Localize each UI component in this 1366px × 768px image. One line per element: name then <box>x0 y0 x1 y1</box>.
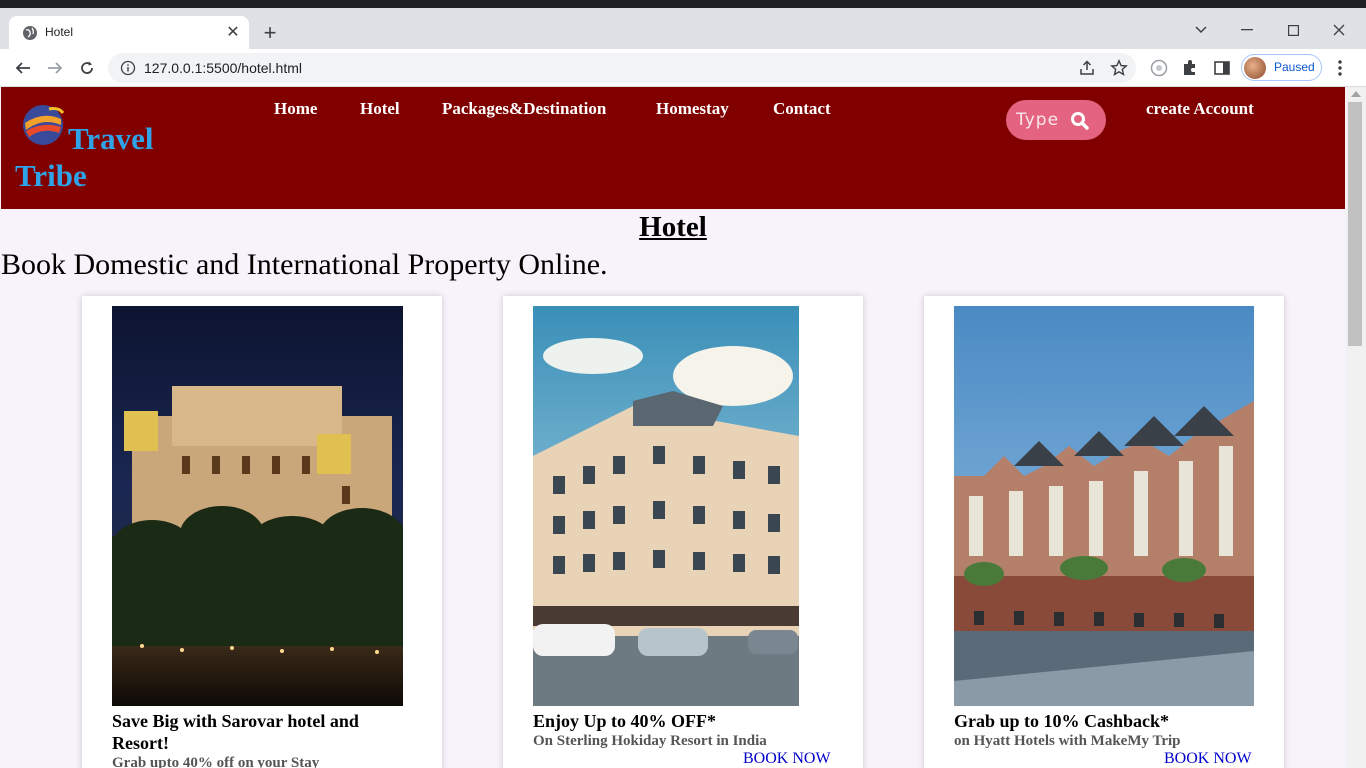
page-title: Hotel <box>639 211 707 243</box>
hotel-image-sarovar <box>112 306 403 706</box>
site-header: Travel Tribe Home Hotel Packages&Destina… <box>1 87 1345 209</box>
nav-hotel[interactable]: Hotel <box>360 99 400 119</box>
plus-icon[interactable]: + <box>258 22 282 46</box>
card-subtitle: Grab upto 40% off on your Stay <box>112 755 320 768</box>
omnibox[interactable]: 127.0.0.1:5500/hotel.html <box>108 53 1136 83</box>
window-top-strip <box>0 0 1366 8</box>
create-account-link[interactable]: create Account <box>1146 99 1254 119</box>
scrollbar-thumb[interactable] <box>1348 102 1362 346</box>
maximize-icon[interactable] <box>1270 16 1316 44</box>
nav-homestay[interactable]: Homestay <box>656 99 729 119</box>
info-icon[interactable] <box>120 60 136 76</box>
side-panel-icon[interactable] <box>1212 58 1232 78</box>
tab-bar: Hotel ✕ + <box>0 8 1366 49</box>
nav-home[interactable]: Home <box>274 99 317 119</box>
hotel-image-hyatt <box>954 306 1254 706</box>
close-icon[interactable]: ✕ <box>223 23 243 43</box>
book-now-button[interactable]: BOOK NOW <box>743 750 831 768</box>
hotel-card: Enjoy Up to 40% OFF* On Sterling Hokiday… <box>503 296 863 768</box>
back-icon[interactable] <box>10 56 36 80</box>
share-icon[interactable] <box>1078 59 1096 77</box>
card-title: Save Big with Sarovar hotel and Resort! <box>112 711 359 753</box>
profile-button[interactable]: Paused <box>1241 54 1322 81</box>
browser-tab[interactable]: Hotel ✕ <box>9 16 249 49</box>
card-title: Enjoy Up to 40% OFF* <box>533 711 717 731</box>
card-subtitle: on Hyatt Hotels with MakeMy Trip <box>954 733 1181 749</box>
url-text: 127.0.0.1:5500/hotel.html <box>144 60 303 76</box>
page-viewport: Travel Tribe Home Hotel Packages&Destina… <box>0 87 1366 768</box>
search-input[interactable] <box>1016 109 1076 131</box>
puzzle-icon[interactable] <box>1180 58 1200 78</box>
menu-icon[interactable] <box>1330 58 1350 78</box>
hotel-card: Grab up to 10% Cashback* on Hyatt Hotels… <box>924 296 1284 768</box>
book-now-button[interactable]: BOOK NOW <box>1164 750 1252 768</box>
address-bar: 127.0.0.1:5500/hotel.html Paused <box>0 49 1366 87</box>
page-scrollbar[interactable] <box>1346 87 1366 768</box>
hotel-image-sterling <box>533 306 799 706</box>
globe-icon <box>23 26 37 40</box>
forward-icon[interactable] <box>42 56 68 80</box>
minimize-icon[interactable] <box>1224 16 1270 44</box>
search-icon[interactable] <box>1070 111 1090 131</box>
nav-contact[interactable]: Contact <box>773 99 831 119</box>
window-close-icon[interactable] <box>1316 16 1362 44</box>
avatar <box>1244 57 1266 79</box>
extension-icon[interactable] <box>1149 58 1169 78</box>
page-subtitle: Book Domestic and International Property… <box>1 248 608 281</box>
card-subtitle: On Sterling Hokiday Resort in India <box>533 733 767 749</box>
scroll-up-arrow-icon[interactable] <box>1351 91 1361 97</box>
profile-label: Paused <box>1274 60 1315 74</box>
tab-title: Hotel <box>45 25 74 39</box>
reload-icon[interactable] <box>74 56 100 80</box>
search-box <box>1006 100 1106 140</box>
hotel-card: Save Big with Sarovar hotel and Resort! … <box>82 296 442 768</box>
chevron-down-icon[interactable] <box>1178 16 1224 44</box>
card-title: Grab up to 10% Cashback* <box>954 711 1170 731</box>
brand-name[interactable]: Travel Tribe <box>15 120 175 194</box>
star-icon[interactable] <box>1110 59 1128 77</box>
nav-packages[interactable]: Packages&Destination <box>442 99 606 119</box>
